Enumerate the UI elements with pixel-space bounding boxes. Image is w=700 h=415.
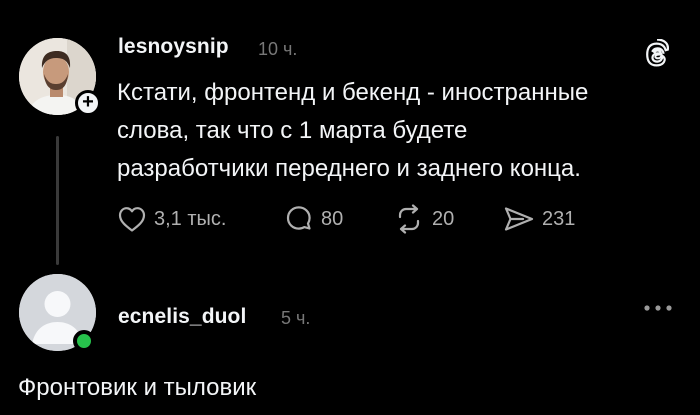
like-count: 3,1 тыс. (154, 207, 227, 230)
reply-text: Фронтовик и тыловик (18, 374, 257, 401)
share-count: 231 (542, 207, 576, 230)
threads-logo-icon[interactable] (643, 39, 671, 67)
more-options-icon[interactable] (643, 303, 673, 313)
online-status-dot (73, 330, 95, 352)
post-timestamp: 10 ч. (258, 39, 298, 59)
repost-count: 20 (432, 207, 455, 230)
repost-button[interactable]: 20 (393, 203, 454, 235)
share-button[interactable]: 231 (503, 203, 575, 235)
comment-count: 80 (321, 207, 344, 230)
comment-button[interactable]: 80 (284, 203, 343, 235)
heart-icon (118, 207, 146, 232)
like-button[interactable]: 3,1 тыс. (117, 203, 226, 235)
reply-username[interactable]: ecnelis_duol (118, 305, 246, 329)
repost-icon (398, 204, 420, 234)
follow-button[interactable]: + (75, 90, 101, 116)
comment-icon (286, 206, 311, 230)
thread-connector (56, 136, 59, 265)
post-text: Кстати, фронтенд и бекенд - иностранные … (117, 79, 589, 182)
reply-timestamp: 5 ч. (281, 308, 311, 328)
post-username[interactable]: lesnoysnip (118, 35, 229, 59)
share-icon (504, 207, 534, 231)
